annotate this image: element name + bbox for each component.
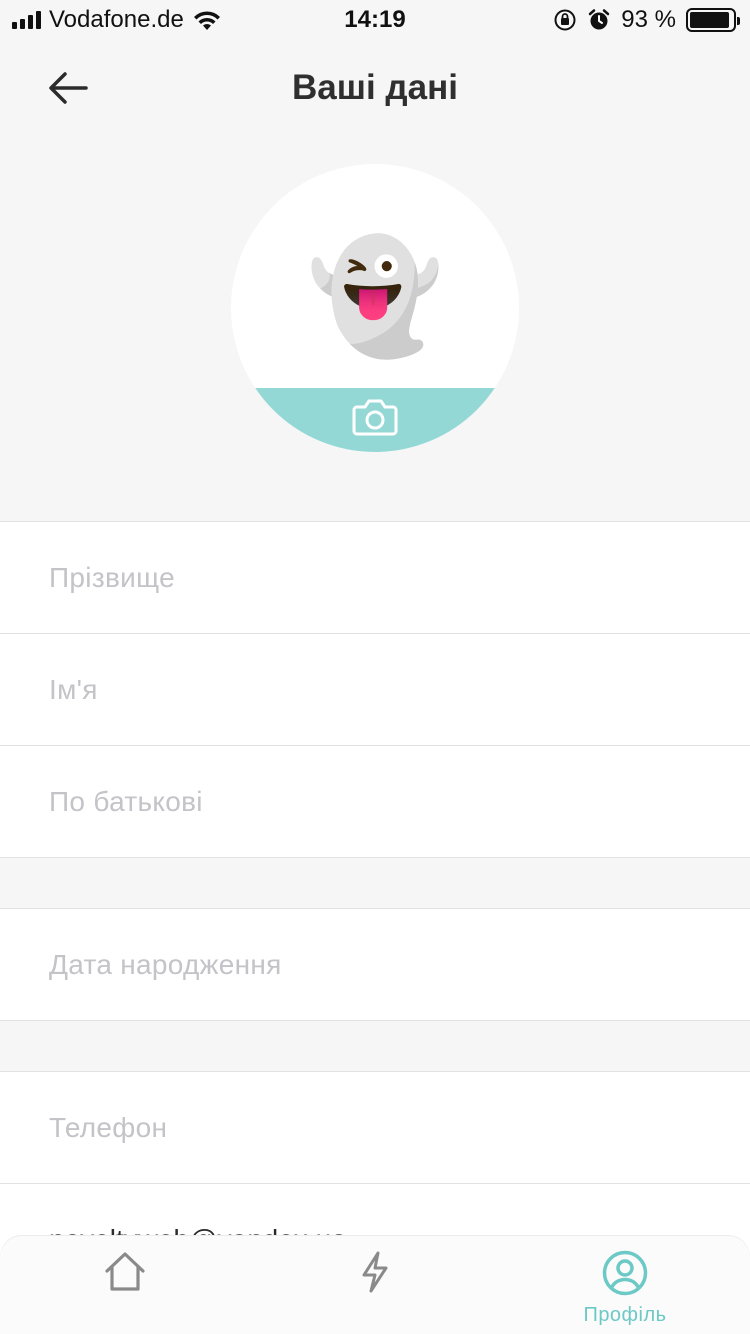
tab-home[interactable] [55, 1236, 195, 1334]
avatar[interactable]: 👻 [231, 164, 519, 452]
last-name-placeholder: Прізвище [49, 561, 175, 593]
battery-fill [690, 12, 730, 28]
lightning-icon [362, 1251, 388, 1293]
tab-profile[interactable]: Профіль [555, 1236, 695, 1334]
profile-form: Прізвище Ім'я По батькові Дата народженн… [0, 521, 750, 1295]
patronymic-placeholder: По батькові [49, 785, 203, 817]
status-bar: Vodafone.de 14:19 93 % [0, 0, 750, 40]
user-circle-icon [602, 1250, 648, 1296]
last-name-field[interactable]: Прізвище [0, 521, 750, 633]
patronymic-field[interactable]: По батькові [0, 745, 750, 857]
status-right: 93 % [553, 6, 740, 34]
battery-icon [686, 8, 740, 32]
orientation-lock-icon [554, 9, 576, 31]
first-name-field[interactable]: Ім'я [0, 633, 750, 745]
avatar-emoji: 👻 [306, 235, 444, 358]
first-name-placeholder: Ім'я [49, 673, 98, 705]
home-icon [105, 1252, 145, 1291]
birthdate-field[interactable]: Дата народження [0, 908, 750, 1020]
tab-bar: Профіль [0, 1236, 750, 1334]
phone-placeholder: Телефон [49, 1111, 168, 1143]
camera-icon[interactable] [351, 398, 399, 436]
phone-field[interactable]: Телефон [0, 1071, 750, 1183]
page-title: Ваші дані [292, 68, 458, 107]
header: Ваші дані [0, 52, 750, 124]
section-divider [0, 1020, 750, 1071]
tab-profile-label: Профіль [583, 1304, 667, 1326]
battery-percent: 93 % [621, 6, 676, 33]
alarm-icon [589, 9, 610, 30]
tab-activity[interactable] [305, 1236, 445, 1334]
section-divider [0, 857, 750, 908]
birthdate-placeholder: Дата народження [49, 948, 282, 980]
